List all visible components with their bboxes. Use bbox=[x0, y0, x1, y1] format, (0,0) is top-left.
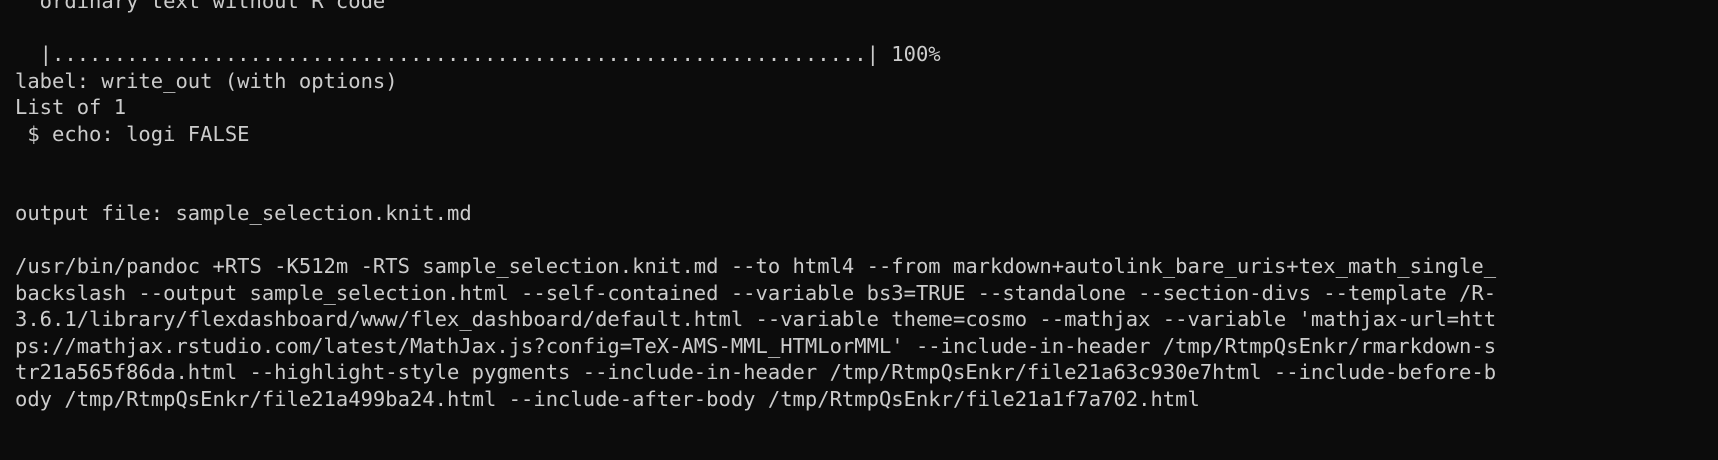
pandoc-command-line: tr21a565f86da.html --highlight-style pyg… bbox=[15, 360, 1497, 384]
terminal-line: output file: sample_selection.knit.md bbox=[15, 201, 472, 225]
pandoc-command-line: 3.6.1/library/flexdashboard/www/flex_das… bbox=[15, 307, 1497, 331]
terminal-line: $ echo: logi FALSE bbox=[15, 121, 250, 146]
progress-bar-line: |.......................................… bbox=[15, 42, 941, 66]
terminal-line: List of 1 bbox=[15, 95, 127, 119]
terminal-line: label: write_out (with options) bbox=[15, 68, 398, 93]
terminal-line: ordinary text without R code bbox=[15, 0, 386, 13]
terminal-output[interactable]: ordinary text without R code |..........… bbox=[0, 0, 1718, 448]
pandoc-command-line: ps://mathjax.rstudio.com/latest/MathJax.… bbox=[15, 333, 1497, 358]
pandoc-command-line: backslash --output sample_selection.html… bbox=[15, 280, 1497, 305]
pandoc-command-line: ody /tmp/RtmpQsEnkr/file21a499ba24.html … bbox=[15, 386, 1200, 411]
pandoc-command-line: /usr/bin/pandoc +RTS -K512m -RTS sample_… bbox=[15, 254, 1497, 278]
